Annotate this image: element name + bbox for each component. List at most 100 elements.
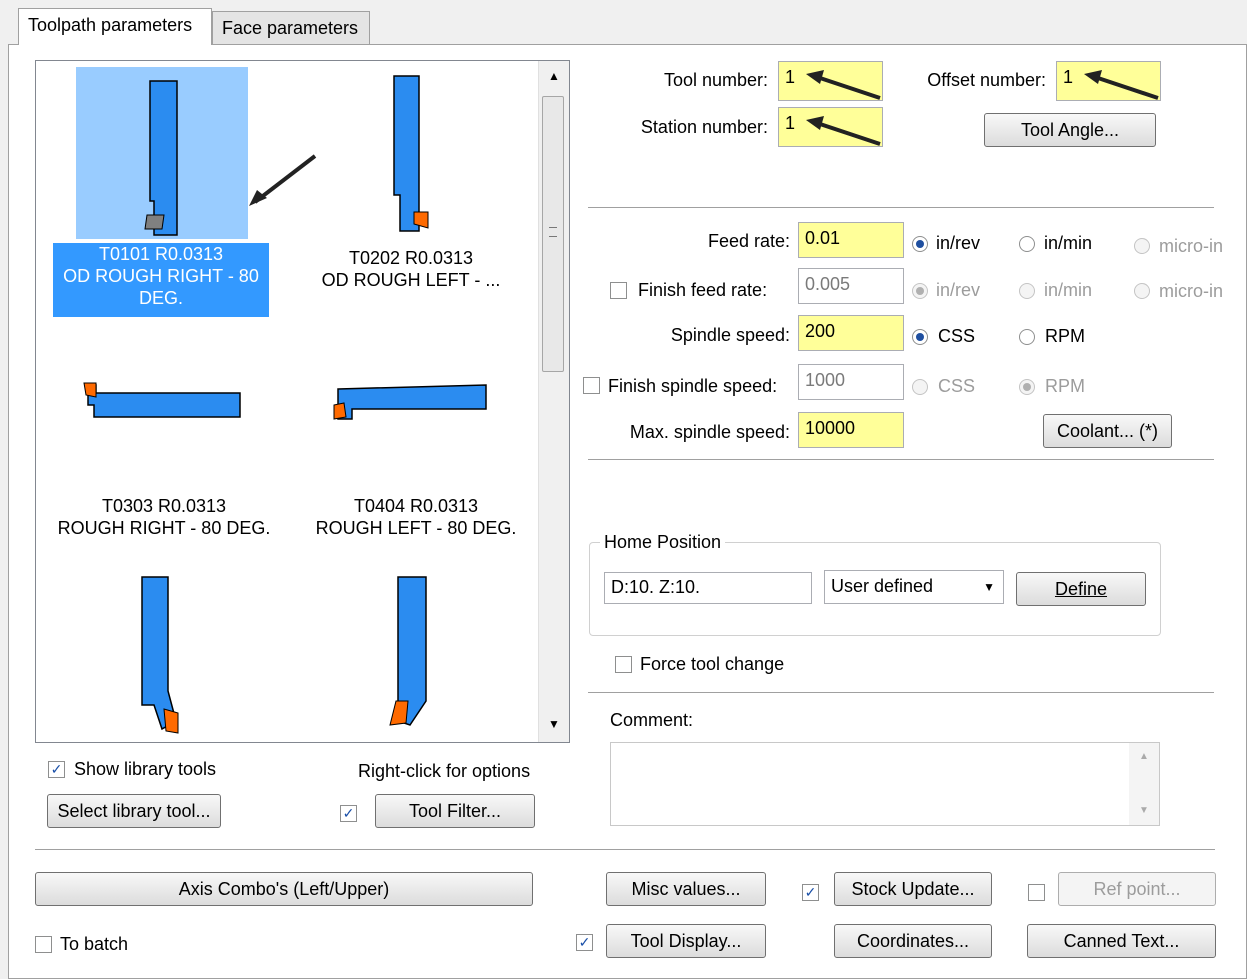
spindle-speed-field[interactable]: 200 [798,315,904,351]
tool-icon-od-right[interactable] [76,67,248,239]
ref-point-button[interactable]: Ref point... [1058,872,1216,906]
feed-in-min-label: in/min [1044,233,1093,253]
scroll-down-icon[interactable]: ▼ [1139,805,1149,816]
finish-spindle-speed-label: Finish spindle speed: [608,376,778,396]
spindle-css-label: CSS [938,326,976,346]
tool-icon-rough-right[interactable] [80,379,250,423]
finish-spindle-rpm-label: RPM [1045,376,1085,396]
max-spindle-speed-field[interactable]: 10000 [798,412,904,448]
separator [588,459,1214,460]
feed-in-min-radio[interactable] [1019,236,1035,252]
stock-update-checkbox[interactable]: ✓ [802,884,819,901]
stock-update-button[interactable]: Stock Update... [834,872,992,906]
force-tool-change-label: Force tool change [640,654,785,674]
finish-feed-micro-in-radio[interactable] [1134,283,1150,299]
finish-feed-rate-checkbox[interactable] [610,282,627,299]
home-position-field[interactable]: D:10. Z:10. [604,572,812,604]
scroll-up-icon[interactable]: ▲ [548,69,560,83]
tool-icon-od-left-2[interactable] [384,573,464,743]
annotation-arrow-icon [1084,70,1159,100]
tool-desc: ROUGH LEFT - 80 DEG. [315,518,517,538]
finish-feed-rate-field[interactable]: 0.005 [798,268,904,304]
coordinates-button[interactable]: Coordinates... [834,924,992,958]
tool-desc: ROUGH RIGHT - 80 DEG. [57,518,271,538]
tool-desc: OD ROUGH LEFT - ... [321,270,501,290]
max-spindle-speed-label: Max. spindle speed: [629,422,790,442]
define-button[interactable]: Define [1016,572,1146,606]
tool-id: T0303 R0.0313 [101,496,227,516]
tool-list-scrollbar[interactable]: ▲ ▼ [538,61,569,742]
tool-icon-rough-left[interactable] [328,379,498,423]
finish-feed-in-min-label: in/min [1044,280,1093,300]
ref-point-checkbox[interactable] [1028,884,1045,901]
station-number-label: Station number: [640,117,768,137]
feed-rate-field[interactable]: 0.01 [798,222,904,258]
tool-number-label: Tool number: [663,70,768,90]
tab-face-parameters[interactable]: Face parameters [212,11,370,44]
spindle-rpm-label: RPM [1045,326,1085,346]
tool-filter-checkbox[interactable]: ✓ [340,805,357,822]
annotation-arrow-icon [249,154,317,206]
right-click-hint: Right-click for options [358,761,531,781]
tool-id: T0404 R0.0313 [353,496,479,516]
to-batch-label: To batch [60,934,129,954]
home-position-mode-value: User defined [831,576,934,596]
offset-number-label: Offset number: [927,70,1046,90]
tool-caption-2[interactable]: T0202 R0.0313 OD ROUGH LEFT - ... [293,247,529,297]
home-position-legend: Home Position [600,532,726,553]
coolant-button[interactable]: Coolant... (*) [1043,414,1172,448]
tool-filter-button[interactable]: Tool Filter... [375,794,535,828]
feed-micro-in-label: micro-in [1159,236,1224,256]
tool-icon-od-left[interactable] [356,71,436,241]
finish-spindle-css-radio[interactable] [912,379,928,395]
finish-spindle-css-label: CSS [938,376,976,396]
finish-feed-in-rev-label: in/rev [936,280,981,300]
show-library-tools-checkbox[interactable]: ✓ [48,761,65,778]
finish-feed-in-rev-radio[interactable] [912,283,928,299]
canned-text-button[interactable]: Canned Text... [1027,924,1216,958]
spindle-speed-label: Spindle speed: [670,325,790,345]
tool-caption-3[interactable]: T0303 R0.0313 ROUGH RIGHT - 80 DEG. [44,495,284,545]
finish-spindle-rpm-radio[interactable] [1019,379,1035,395]
misc-values-button[interactable]: Misc values... [606,872,766,906]
finish-spindle-speed-field[interactable]: 1000 [798,364,904,400]
force-tool-change-checkbox[interactable] [615,656,632,673]
tool-display-button[interactable]: Tool Display... [606,924,766,958]
axis-combo-button[interactable]: Axis Combo's (Left/Upper) [35,872,533,906]
annotation-arrow-icon [806,70,881,100]
finish-spindle-speed-checkbox[interactable] [583,377,600,394]
tool-caption-1[interactable]: T0101 R0.0313 OD ROUGH RIGHT - 80 DEG. [53,243,269,317]
comment-label: Comment: [610,710,694,730]
tool-id: T0101 R0.0313 [98,244,224,264]
tool-angle-button[interactable]: Tool Angle... [984,113,1156,147]
select-library-tool-button[interactable]: Select library tool... [47,794,221,828]
annotation-arrow-icon [806,116,881,146]
feed-in-rev-label: in/rev [936,233,981,253]
comment-textarea[interactable]: ▲ ▼ [610,742,1160,826]
feed-micro-in-radio[interactable] [1134,238,1150,254]
tab-toolpath-parameters[interactable]: Toolpath parameters [18,8,212,45]
tool-id: T0202 R0.0313 [348,248,474,268]
tool-desc: OD ROUGH RIGHT - 80 DEG. [63,266,259,308]
scroll-thumb[interactable] [542,96,564,372]
tool-icon-od-right-2[interactable] [136,573,216,743]
comment-scrollbar[interactable]: ▲ ▼ [1129,743,1159,825]
finish-feed-rate-label: Finish feed rate: [638,280,768,300]
separator [588,692,1214,693]
dropdown-arrow-icon: ▼ [983,580,995,594]
scroll-down-icon[interactable]: ▼ [548,717,560,731]
scroll-up-icon[interactable]: ▲ [1139,751,1149,762]
tool-display-checkbox[interactable]: ✓ [576,934,593,951]
spindle-css-radio[interactable] [912,329,928,345]
tool-caption-4[interactable]: T0404 R0.0313 ROUGH LEFT - 80 DEG. [296,495,536,545]
finish-feed-in-min-radio[interactable] [1019,283,1035,299]
separator [588,207,1214,208]
separator [35,849,1215,850]
home-position-mode-select[interactable]: User defined ▼ [824,570,1004,604]
finish-feed-micro-in-label: micro-in [1159,281,1224,301]
feed-in-rev-radio[interactable] [912,236,928,252]
feed-rate-label: Feed rate: [707,231,790,251]
grip-icon [549,227,557,237]
spindle-rpm-radio[interactable] [1019,329,1035,345]
to-batch-checkbox[interactable] [35,936,52,953]
